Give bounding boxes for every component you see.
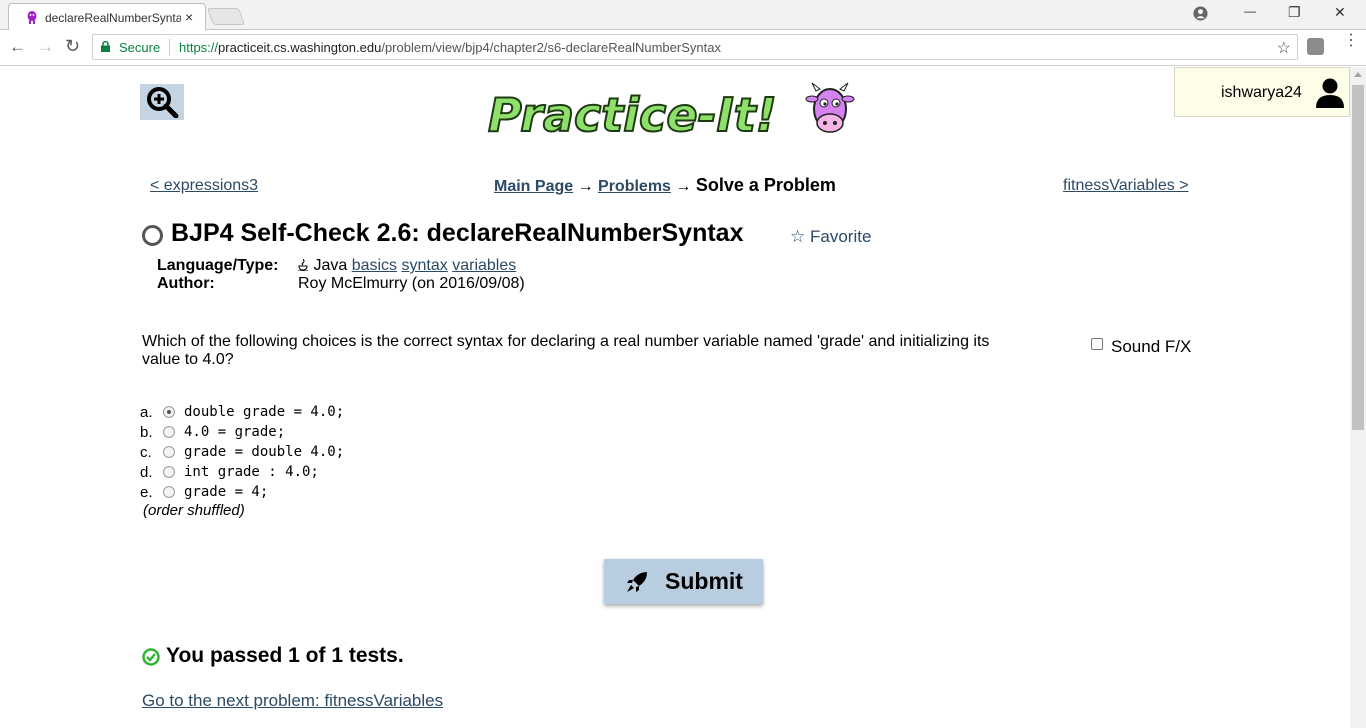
choice-letter: b.: [140, 424, 153, 441]
favorite-button[interactable]: ☆ Favorite: [790, 227, 871, 247]
next-problem-nav-link[interactable]: fitnessVariables >: [1063, 177, 1189, 195]
sound-label: Sound F/X: [1111, 337, 1192, 356]
choice-code: 4.0 = grade;: [184, 424, 286, 440]
go-to-next-problem-link[interactable]: Go to the next problem: fitnessVariables: [142, 691, 443, 711]
reload-button[interactable]: ↻: [65, 36, 80, 57]
problem-title: BJP4 Self-Check 2.6: declareRealNumberSy…: [171, 219, 744, 247]
page-content: Practice-It! ishwarya24 < expressions3 M…: [0, 67, 1350, 728]
breadcrumb-arrow: →: [573, 178, 599, 195]
window-close-button[interactable]: ✕: [1334, 4, 1346, 21]
problem-status-icon: [142, 225, 163, 246]
question-text: Which of the following choices is the co…: [142, 333, 990, 368]
tag-link[interactable]: variables: [452, 257, 516, 274]
answer-choices: a. double grade = 4.0; b. 4.0 = grade; c. g…: [140, 403, 400, 503]
submit-label: Submit: [665, 568, 743, 594]
maximize-button[interactable]: ❐: [1288, 4, 1301, 21]
bookmark-star-icon[interactable]: ☆: [1277, 38, 1291, 58]
order-shuffled-note: (order shuffled): [143, 502, 245, 519]
choice-code: grade = double 4.0;: [184, 444, 345, 460]
choice-letter: e.: [140, 484, 153, 501]
previous-problem-link[interactable]: < expressions3: [150, 177, 258, 195]
language-name: Java: [313, 257, 348, 274]
choice-radio[interactable]: [163, 486, 175, 498]
cow-mascot-icon: [805, 82, 855, 133]
url-path: /problem/view/bjp4/chapter2/s6-declareRe…: [381, 40, 721, 55]
choice-b[interactable]: b. 4.0 = grade;: [140, 423, 400, 443]
breadcrumb-arrow: →: [670, 178, 696, 195]
star-icon: ☆: [790, 227, 806, 246]
choice-d[interactable]: d. int grade : 4.0;: [140, 463, 400, 483]
rocket-icon: [627, 572, 647, 592]
breadcrumb: Main Page → Problems → Solve a Problem: [494, 175, 836, 196]
security-label: Secure: [119, 40, 161, 55]
address-divider: [169, 39, 170, 56]
language-label: Language/Type:: [157, 257, 279, 274]
choice-a[interactable]: a. double grade = 4.0;: [140, 403, 400, 423]
account-icon[interactable]: [1193, 6, 1208, 21]
breadcrumb-main-page[interactable]: Main Page: [494, 178, 573, 195]
lock-icon: [101, 41, 110, 52]
sound-fx-toggle[interactable]: Sound F/X: [1091, 337, 1191, 357]
tab-title: declareRealNumberSyntax: [45, 11, 181, 25]
favorite-label: Favorite: [809, 227, 872, 246]
breadcrumb-problems[interactable]: Problems: [598, 178, 671, 195]
extension-icon[interactable]: [1307, 38, 1324, 55]
tag-link[interactable]: syntax: [402, 257, 448, 274]
url-text[interactable]: https://practiceit.cs.washington.edu/pro…: [179, 40, 721, 55]
choice-e[interactable]: e. grade = 4;: [140, 483, 400, 503]
browser-toolbar: ← → ↻ Secure https://practiceit.cs.washi…: [0, 30, 1366, 66]
choice-code: int grade : 4.0;: [184, 464, 319, 480]
choice-code: grade = 4;: [184, 484, 269, 500]
scrollbar-thumb[interactable]: [1352, 85, 1364, 430]
tab-close-icon[interactable]: ×: [185, 9, 193, 25]
browser-menu-icon[interactable]: ⋮: [1343, 33, 1359, 49]
choice-letter: d.: [140, 464, 153, 481]
browser-tab-strip: declareRealNumberSyntax × — ❐ ✕: [0, 0, 1366, 31]
choice-radio[interactable]: [163, 426, 175, 438]
choice-c[interactable]: c. grade = double 4.0;: [140, 443, 400, 463]
back-button[interactable]: ←: [9, 37, 26, 57]
logo-text: Practice-It!: [488, 88, 777, 142]
favicon-icon: [27, 11, 37, 24]
sound-checkbox[interactable]: [1091, 338, 1103, 350]
breadcrumb-current: Solve a Problem: [695, 175, 836, 195]
submit-button[interactable]: Submit: [604, 559, 763, 604]
new-tab-button[interactable]: [206, 8, 246, 25]
author-value: Roy McElmurry (on 2016/09/08): [298, 275, 525, 292]
choice-radio[interactable]: [163, 446, 175, 458]
choice-code: double grade = 4.0;: [184, 404, 345, 420]
language-value: Java basics syntax variables: [298, 257, 516, 275]
choice-letter: a.: [140, 404, 153, 421]
choice-radio[interactable]: [163, 406, 175, 418]
passed-text: You passed 1 of 1 tests.: [166, 644, 404, 667]
choice-radio[interactable]: [163, 466, 175, 478]
tag-link[interactable]: basics: [352, 257, 397, 274]
username: ishwarya24: [1221, 84, 1302, 101]
user-icon: [1316, 78, 1344, 108]
zoom-in-icon: [147, 87, 179, 118]
author-label: Author:: [157, 275, 215, 292]
zoom-button[interactable]: [140, 84, 184, 120]
user-panel[interactable]: ishwarya24: [1174, 67, 1350, 117]
browser-tab[interactable]: declareRealNumberSyntax ×: [8, 3, 206, 31]
address-bar[interactable]: Secure https://practiceit.cs.washington.…: [92, 34, 1298, 60]
check-circle-icon: [142, 648, 160, 666]
url-scheme: https://: [179, 40, 219, 55]
java-cup-icon: [298, 258, 308, 272]
url-host: practiceit.cs.washington.edu: [218, 40, 382, 55]
scroll-up-icon[interactable]: [1354, 72, 1362, 77]
practice-it-logo[interactable]: Practice-It!: [486, 79, 866, 143]
page-scrollbar[interactable]: [1350, 67, 1366, 728]
forward-button[interactable]: →: [37, 37, 54, 57]
minimize-button[interactable]: —: [1244, 4, 1256, 18]
choice-letter: c.: [140, 444, 152, 461]
